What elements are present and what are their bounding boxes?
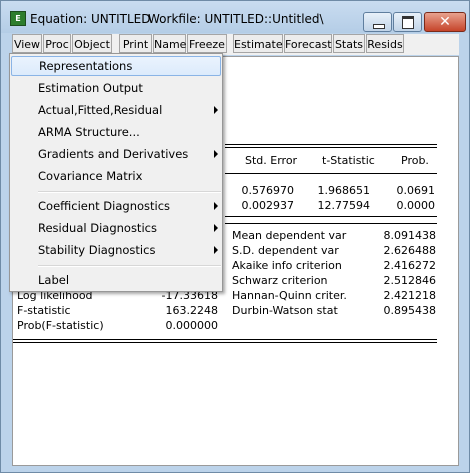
menu-item-estimation-output[interactable]: Estimation Output — [11, 78, 221, 98]
stat-label: Hannan-Quinn criter. — [232, 289, 347, 302]
stat-value: 8.091438 — [383, 229, 437, 242]
close-icon: ✕ — [439, 14, 451, 30]
stat-label: Mean dependent var — [232, 229, 347, 242]
menu-item-representations[interactable]: Representations — [11, 56, 221, 76]
submenu-arrow-icon — [214, 246, 218, 254]
proc-button[interactable]: Proc — [43, 34, 71, 53]
menu-item-label: Estimation Output — [38, 81, 143, 95]
menu-separator — [38, 191, 221, 193]
t-statistic-header: t-Statistic — [322, 154, 375, 167]
stat-value: 2.416272 — [383, 259, 437, 272]
table-top-rule — [225, 144, 437, 148]
name-button[interactable]: Name — [153, 34, 186, 53]
stats-button[interactable]: Stats — [333, 34, 365, 53]
table-bottom-rule — [13, 339, 437, 343]
menu-item-gradients-derivatives[interactable]: Gradients and Derivatives — [11, 144, 221, 164]
stat-value: 0.000000 — [165, 319, 219, 332]
object-button[interactable]: Object — [72, 34, 112, 53]
coef-t-statistic: 1.968651 — [317, 184, 371, 197]
menu-item-label: Residual Diagnostics — [38, 221, 157, 235]
menu-item-actual-fitted-residual[interactable]: Actual,Fitted,Residual — [11, 100, 221, 120]
menu-item-label: Label — [38, 273, 70, 287]
menu-item-label: Gradients and Derivatives — [38, 147, 189, 161]
print-button[interactable]: Print — [119, 34, 152, 53]
header-rule — [225, 173, 437, 174]
menu-item-label: Stability Diagnostics — [38, 243, 156, 257]
coef-prob: 0.0691 — [396, 184, 436, 197]
coef-std-error: 0.576970 — [241, 184, 295, 197]
menu-item-label: Actual,Fitted,Residual — [38, 103, 163, 117]
submenu-arrow-icon — [214, 150, 218, 158]
workfile-title: Workfile: UNTITLED::Untitled\ — [148, 12, 324, 26]
stat-value: 2.626488 — [383, 244, 437, 257]
stat-label: Prob(F-statistic) — [17, 319, 104, 332]
title-bar[interactable]: E Equation: UNTITLED Workfile: UNTITLED:… — [1, 1, 469, 33]
window-title: Equation: UNTITLED — [30, 12, 151, 26]
stat-value: 163.2248 — [165, 304, 219, 317]
stats-top-rule — [225, 223, 437, 224]
stat-label: S.D. dependent var — [232, 244, 339, 257]
menu-item-label: Representations — [39, 59, 133, 73]
menu-item-label-view[interactable]: Label — [11, 270, 221, 290]
stat-value: 2.421218 — [383, 289, 437, 302]
menu-item-coefficient-diagnostics[interactable]: Coefficient Diagnostics — [11, 196, 221, 216]
submenu-arrow-icon — [214, 202, 218, 210]
menu-separator — [38, 265, 221, 267]
maximize-button[interactable] — [393, 12, 422, 32]
forecast-button[interactable]: Forecast — [284, 34, 332, 53]
minimize-icon — [373, 24, 385, 29]
menu-item-covariance-matrix[interactable]: Covariance Matrix — [11, 166, 221, 186]
coef-prob: 0.0000 — [396, 199, 436, 212]
stat-label: Schwarz criterion — [232, 274, 328, 287]
menu-item-label: Covariance Matrix — [38, 169, 143, 183]
prob-header: Prob. — [401, 154, 429, 167]
menu-item-arma-structure[interactable]: ARMA Structure... — [11, 122, 221, 142]
maximize-icon — [402, 16, 414, 29]
submenu-arrow-icon — [214, 224, 218, 232]
estimate-button[interactable]: Estimate — [233, 34, 283, 53]
view-button[interactable]: View — [12, 34, 42, 53]
menu-item-label: ARMA Structure... — [38, 125, 140, 139]
coef-t-statistic: 12.77594 — [317, 199, 371, 212]
stat-value: 0.895438 — [383, 304, 437, 317]
stat-label: F-statistic — [17, 304, 71, 317]
menu-item-stability-diagnostics[interactable]: Stability Diagnostics — [11, 240, 221, 260]
submenu-arrow-icon — [214, 106, 218, 114]
menu-item-label: Coefficient Diagnostics — [38, 199, 171, 213]
std-error-header: Std. Error — [245, 154, 298, 167]
coef-std-error: 0.002937 — [241, 199, 295, 212]
stat-label: Akaike info criterion — [232, 259, 342, 272]
eviews-app-icon[interactable]: E — [10, 11, 26, 26]
resids-button[interactable]: Resids — [366, 34, 404, 53]
stat-value: 2.512846 — [383, 274, 437, 287]
close-button[interactable]: ✕ — [424, 12, 466, 32]
view-dropdown-menu: Representations Estimation Output Actual… — [9, 53, 223, 292]
equation-toolbar: View Proc Object Print Name Freeze Estim… — [12, 34, 459, 55]
coef-bottom-rule — [225, 216, 437, 217]
menu-item-residual-diagnostics[interactable]: Residual Diagnostics — [11, 218, 221, 238]
stat-label: Durbin-Watson stat — [232, 304, 338, 317]
minimize-button[interactable] — [363, 12, 392, 32]
freeze-button[interactable]: Freeze — [187, 34, 227, 53]
